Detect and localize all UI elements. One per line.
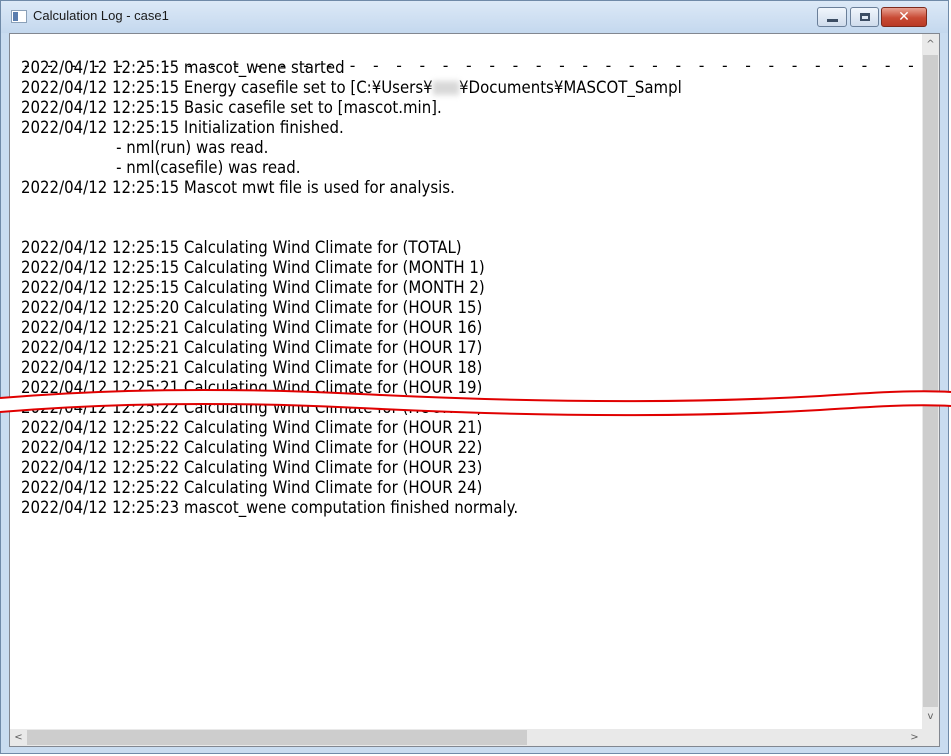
maximize-button[interactable] bbox=[850, 7, 879, 27]
energy-path-suffix: ¥Documents¥MASCOT_Sampl bbox=[459, 78, 682, 98]
log-line: 2022/04/12 12:25:15 Basic casefile set t… bbox=[21, 98, 442, 118]
log-line: 2022/04/12 12:25:23 mascot_wene computat… bbox=[21, 498, 519, 518]
log-line: 2022/04/12 12:25:22 Calculating Wind Cli… bbox=[21, 398, 483, 418]
log-line: 2022/04/12 12:25:20 Calculating Wind Cli… bbox=[21, 298, 483, 318]
scroll-down-arrow-icon[interactable]: v bbox=[922, 708, 939, 725]
log-line: 2022/04/12 12:25:21 Calculating Wind Cli… bbox=[21, 318, 483, 338]
log-line: 2022/04/12 12:25:22 Calculating Wind Cli… bbox=[21, 438, 483, 458]
log-text-area[interactable]: - - - - - - - - - - - - - - - - - - - - … bbox=[9, 33, 940, 747]
app-window-icon[interactable] bbox=[11, 10, 27, 23]
log-line: 2022/04/12 12:25:15 Calculating Wind Cli… bbox=[21, 258, 485, 278]
window-title: Calculation Log - case1 bbox=[33, 8, 169, 23]
log-line: 2022/04/12 12:25:21 Calculating Wind Cli… bbox=[21, 378, 483, 398]
log-line: - nml(run) was read. bbox=[21, 138, 269, 158]
log-line: 2022/04/12 12:25:15 Mascot mwt file is u… bbox=[21, 178, 455, 198]
vertical-scrollbar[interactable]: ^ v bbox=[922, 34, 939, 730]
log-line: 2022/04/12 12:25:15 Initialization finis… bbox=[21, 118, 344, 138]
close-icon: ✕ bbox=[898, 9, 910, 25]
horizontal-scrollbar[interactable]: < > bbox=[10, 729, 924, 746]
log-line: 2022/04/12 12:25:15 Calculating Wind Cli… bbox=[21, 278, 485, 298]
vertical-scroll-thumb[interactable] bbox=[923, 55, 938, 707]
log-line: 2022/04/12 12:25:15 Energy casefile set … bbox=[21, 78, 682, 98]
scroll-left-arrow-icon[interactable]: < bbox=[10, 729, 27, 746]
scroll-up-arrow-icon[interactable]: ^ bbox=[922, 36, 939, 53]
resize-grip-icon[interactable] bbox=[922, 729, 939, 746]
minimize-icon bbox=[827, 19, 838, 22]
log-line: 2022/04/12 12:25:22 Calculating Wind Cli… bbox=[21, 418, 483, 438]
maximize-icon bbox=[860, 13, 870, 21]
log-line: 2022/04/12 12:25:21 Calculating Wind Cli… bbox=[21, 358, 483, 378]
log-line: 2022/04/12 12:25:22 Calculating Wind Cli… bbox=[21, 458, 483, 478]
redacted-username bbox=[432, 81, 460, 95]
log-line: 2022/04/12 12:25:21 Calculating Wind Cli… bbox=[21, 338, 483, 358]
scroll-right-arrow-icon[interactable]: > bbox=[906, 729, 923, 746]
log-line: 2022/04/12 12:25:22 Calculating Wind Cli… bbox=[21, 478, 483, 498]
close-button[interactable]: ✕ bbox=[881, 7, 927, 27]
minimize-button[interactable] bbox=[817, 7, 847, 27]
horizontal-scroll-thumb[interactable] bbox=[27, 730, 527, 745]
title-bar[interactable]: Calculation Log - case1 ✕ bbox=[1, 1, 948, 33]
log-line: 2022/04/12 12:25:15 Calculating Wind Cli… bbox=[21, 238, 462, 258]
calculation-log-window: Calculation Log - case1 ✕ - - - - - - - … bbox=[0, 0, 949, 754]
log-line: 2022/04/12 12:25:15 mascot_wene started bbox=[21, 58, 345, 78]
log-line: - nml(casefile) was read. bbox=[21, 158, 301, 178]
log-content: 2022/04/12 12:25:15 mascot_wene started 2… bbox=[21, 58, 682, 518]
